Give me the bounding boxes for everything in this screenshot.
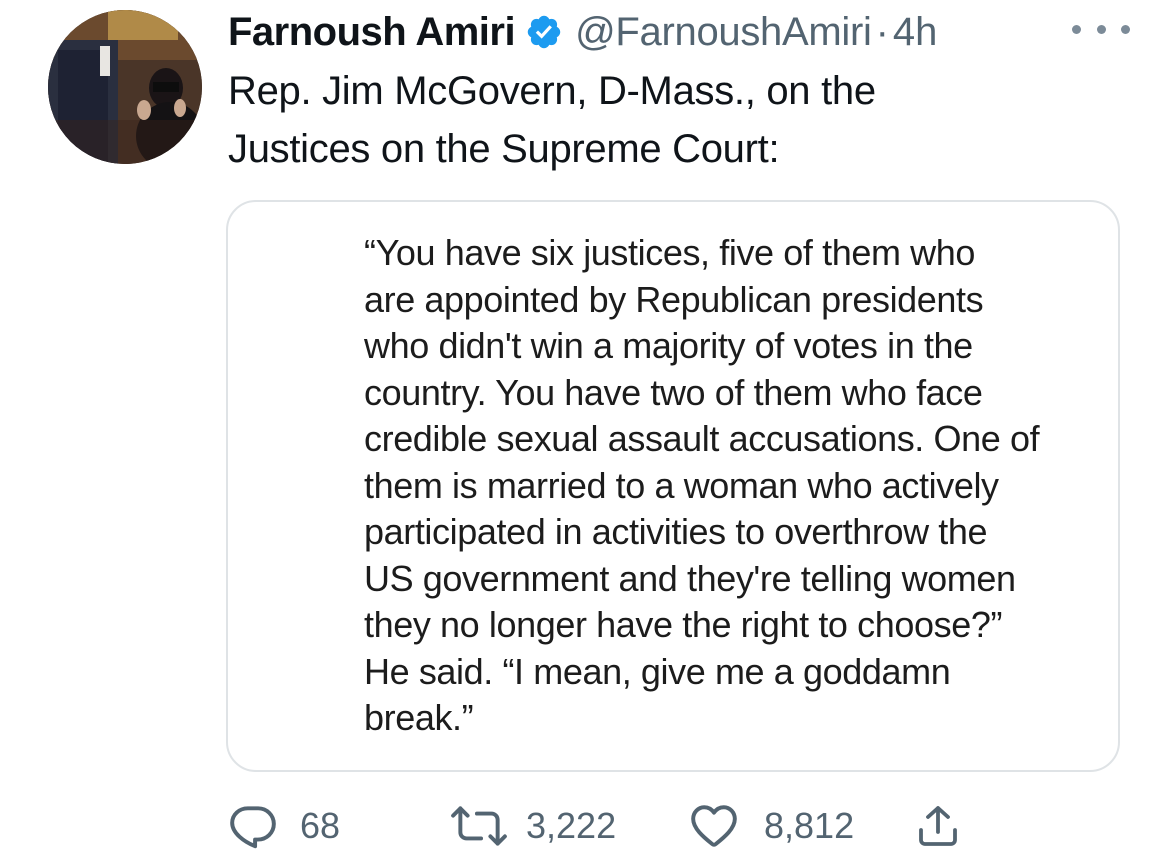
quote-image-text: “You have six justices, five of them who… [364,230,1104,742]
attached-image-card[interactable]: “You have six justices, five of them who… [226,200,1120,772]
retweet-icon [450,801,508,851]
share-icon [914,801,962,851]
quote-line: He said. “I mean, give me a goddamn [364,650,951,692]
quote-line: are appointed by Republican presidents [364,278,984,320]
author-name[interactable]: Farnoush Amiri [228,10,516,55]
quote-line: “You have six justices, five of them who [364,232,975,273]
tweet-text-line: Justices on the Supreme Court: [228,127,780,171]
reply-count: 68 [300,805,341,846]
quote-line: them is married to a woman who actively [364,464,999,506]
more-dot [1121,24,1130,34]
quote-line: they no longer have the right to choose?… [364,604,1003,645]
quote-line: participated in activities to overthrow … [364,511,988,552]
reply-button[interactable]: 68 [228,796,340,856]
quote-line: country. You have two of them who face [364,371,983,413]
tweet-action-bar: 68 3,222 8,812 [228,796,1028,856]
like-count: 8,812 [764,805,855,846]
retweet-count: 3,222 [526,805,617,846]
tweet-header: Farnoush Amiri @FarnoushAmiri · 4h [228,4,937,60]
author-handle[interactable]: @FarnoushAmiri [575,10,872,55]
quote-line: who didn't win a majority of votes in th… [364,325,973,366]
verified-badge-icon [525,13,563,51]
like-button[interactable]: 8,812 [688,796,854,856]
meta-separator: · [875,9,889,54]
reply-icon [228,801,278,851]
more-dot [1096,24,1106,34]
retweet-button[interactable]: 3,222 [450,796,616,856]
quote-line: US government and they're telling women [364,557,1016,599]
tweet-timestamp[interactable]: 4h [893,10,938,55]
avatar-photo [48,10,202,164]
quote-line: credible sexual assault accusations. One… [364,418,1040,459]
more-options-icon[interactable] [1072,14,1130,44]
more-dot [1072,24,1081,34]
heart-icon [688,801,740,851]
tweet-text: Rep. Jim McGovern, D-Mass., on the Justi… [228,62,1108,178]
quote-line: break.” [364,697,474,738]
author-avatar[interactable] [48,10,202,164]
tweet-text-line: Rep. Jim McGovern, D-Mass., on the [228,69,876,113]
share-button[interactable] [914,796,962,856]
